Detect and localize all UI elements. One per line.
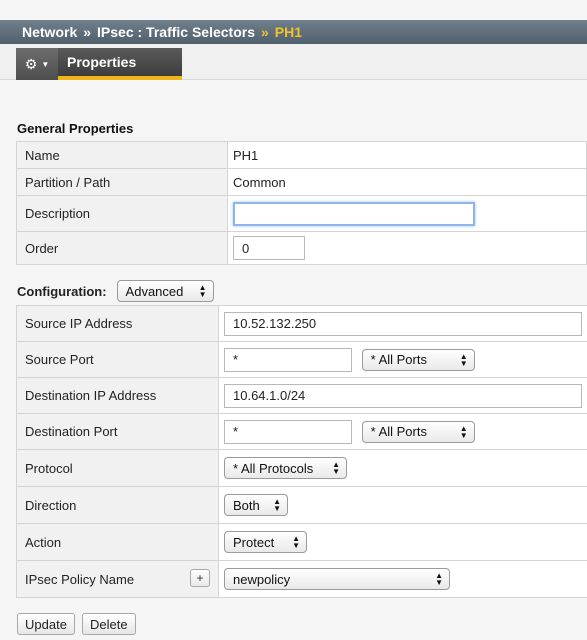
select-arrows-icon: ▲ ▼ (273, 497, 281, 513)
general-properties-title: General Properties (17, 121, 134, 136)
tab-properties[interactable]: Properties (58, 48, 182, 80)
destination-port-select[interactable]: * All Ports ▲ ▼ (361, 420, 475, 443)
source-port-field[interactable] (224, 347, 352, 372)
source-port-select[interactable]: * All Ports ▲ ▼ (361, 348, 475, 371)
direction-label: Direction (16, 486, 219, 524)
direction-select[interactable]: Both ▲ ▼ (224, 494, 288, 516)
name-value: PH1 (227, 141, 587, 169)
direction-select-value: Both (233, 497, 260, 513)
general-properties-table: Name PH1 Partition / Path Common Descrip… (16, 141, 587, 265)
chevron-down-icon: ▼ (41, 59, 50, 69)
configuration-mode-value: Advanced (125, 283, 184, 299)
destination-ip-label: Destination IP Address (16, 377, 219, 414)
table-row: Partition / Path Common (16, 168, 587, 196)
gear-menu-button[interactable]: ⚙ ▼ (16, 48, 58, 80)
breadcrumb-separator: » (83, 24, 92, 40)
breadcrumb: Network » IPsec : Traffic Selectors » PH… (0, 20, 587, 44)
order-field[interactable] (233, 236, 305, 260)
table-row: Destination IP Address (16, 377, 587, 414)
ipsec-policy-label: IPsec Policy Name (25, 571, 135, 587)
order-label: Order (16, 231, 228, 265)
select-arrows-icon: ▲ ▼ (198, 283, 207, 299)
destination-port-field[interactable] (224, 419, 352, 444)
ipsec-policy-cell: IPsec Policy Name + (16, 560, 219, 598)
select-arrows-icon: ▲ ▼ (435, 571, 443, 587)
select-arrows-icon: ▲ ▼ (459, 423, 468, 440)
source-ip-label: Source IP Address (16, 305, 219, 342)
configuration-mode-select[interactable]: Advanced ▲ ▼ (116, 280, 214, 302)
update-button[interactable]: Update (17, 613, 75, 635)
table-row: Order (16, 231, 587, 265)
table-row: Protocol * All Protocols ▲ ▼ (16, 449, 587, 487)
table-row: Destination Port * All Ports ▲▼ (16, 413, 587, 450)
action-select[interactable]: Protect ▲ ▼ (224, 531, 307, 553)
delete-button[interactable]: Delete (82, 613, 136, 635)
destination-port-label: Destination Port (16, 413, 219, 450)
destination-ip-field[interactable] (224, 383, 582, 408)
action-select-value: Protect (233, 534, 275, 550)
table-row: Name PH1 (16, 141, 587, 169)
name-label: Name (16, 141, 228, 169)
configuration-row: Configuration: Advanced ▲ ▼ (17, 280, 214, 302)
table-row: Direction Both ▲ ▼ (16, 486, 587, 524)
configuration-table: Source IP Address Source Port * All Port… (16, 305, 587, 598)
source-port-label: Source Port (16, 341, 219, 378)
select-arrows-icon: ▲ ▼ (459, 351, 468, 368)
select-arrows-icon: ▲ ▼ (332, 460, 340, 476)
partition-value: Common (227, 168, 587, 196)
tab-bar: ⚙ ▼ Properties (0, 44, 587, 80)
source-port-select-value: * All Ports (370, 352, 427, 367)
table-row: Description (16, 195, 587, 232)
add-policy-button[interactable]: + (190, 569, 210, 587)
protocol-label: Protocol (16, 449, 219, 487)
table-row: Source Port * All Ports ▲▼ (16, 341, 587, 378)
breadcrumb-current: PH1 (274, 24, 303, 40)
table-row: Action Protect ▲ ▼ (16, 523, 587, 561)
gear-icon: ⚙ (24, 55, 38, 72)
table-row: Source IP Address (16, 305, 587, 342)
partition-label: Partition / Path (16, 168, 228, 196)
description-label: Description (16, 195, 228, 232)
select-arrows-icon: ▲ ▼ (292, 534, 300, 550)
protocol-select-value: * All Protocols (233, 460, 314, 476)
ipsec-policy-select[interactable]: newpolicy ▲ ▼ (224, 568, 450, 590)
action-label: Action (16, 523, 219, 561)
protocol-select[interactable]: * All Protocols ▲ ▼ (224, 457, 347, 479)
configuration-label: Configuration: (17, 283, 107, 299)
breadcrumb-separator: » (261, 24, 269, 40)
destination-port-select-value: * All Ports (370, 424, 427, 439)
description-field[interactable] (233, 201, 475, 226)
breadcrumb-traffic-selectors[interactable]: IPsec : Traffic Selectors (97, 24, 255, 40)
breadcrumb-network[interactable]: Network (22, 24, 77, 40)
table-row: IPsec Policy Name + newpolicy ▲ ▼ (16, 560, 587, 598)
source-ip-field[interactable] (224, 311, 582, 336)
ipsec-policy-select-value: newpolicy (233, 571, 291, 587)
